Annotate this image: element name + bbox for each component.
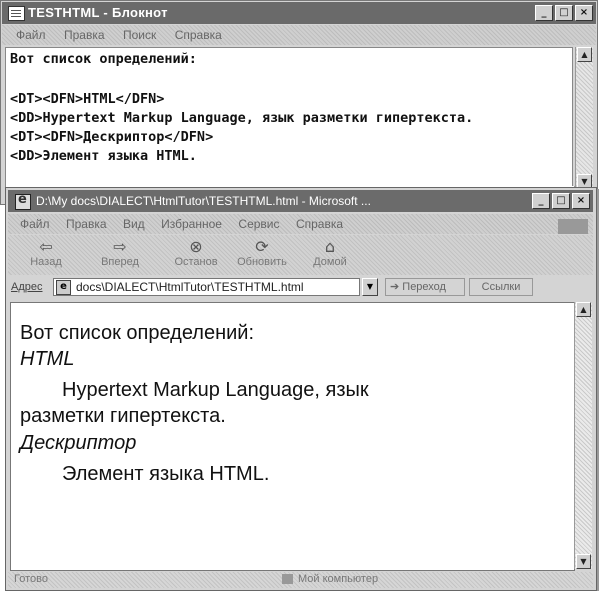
status-bar: Готово Мой компьютер — [8, 572, 593, 588]
notepad-vertical-scrollbar[interactable]: ▲ ▼ — [575, 47, 593, 189]
scroll-up-icon[interactable]: ▲ — [577, 47, 592, 62]
back-label: Назад — [30, 256, 62, 268]
address-dropdown-icon[interactable]: ▼ — [362, 278, 378, 296]
stop-button[interactable]: ⊗ Останов — [164, 237, 228, 268]
forward-label: Вперед — [101, 256, 139, 268]
browser-app-icon — [15, 192, 31, 210]
definition-term: HTML — [20, 348, 75, 370]
security-zone: Мой компьютер — [298, 573, 379, 585]
intro-text: Вот список определений: — [20, 322, 255, 344]
browser-window: D:\My docs\DIALECT\HtmlTutor\TESTHTML.ht… — [5, 187, 597, 591]
address-value: docs\DIALECT\HtmlTutor\TESTHTML.html — [76, 280, 304, 294]
address-input[interactable]: e docs\DIALECT\HtmlTutor\TESTHTML.html — [53, 278, 360, 296]
refresh-button[interactable]: ⟳ Обновить — [230, 237, 294, 268]
scroll-up-icon[interactable]: ▲ — [576, 302, 591, 317]
close-button[interactable]: × — [575, 5, 593, 21]
browser-menu-bar: Файл Правка Вид Избранное Сервис Справка — [8, 214, 593, 234]
notepad-window: TESTHTML - Блокнот _ □ × Файл Правка Пои… — [0, 0, 598, 205]
minimize-button[interactable]: _ — [532, 193, 550, 209]
scroll-down-icon[interactable]: ▼ — [576, 554, 591, 569]
close-button[interactable]: × — [572, 193, 590, 209]
notepad-title: TESTHTML - Блокнот — [28, 5, 168, 20]
page-content: Вот список определений: HTML Hypertext M… — [10, 302, 575, 571]
definition-description: Hypertext Markup Language, язык — [62, 379, 369, 401]
address-label: Адрес — [11, 281, 43, 293]
page-icon: e — [56, 280, 71, 295]
address-bar: Адрес e docs\DIALECT\HtmlTutor\TESTHTML.… — [8, 276, 593, 300]
minimize-button[interactable]: _ — [535, 5, 553, 21]
notepad-app-icon — [8, 6, 25, 21]
windows-logo-icon — [558, 219, 588, 234]
browser-vertical-scrollbar[interactable]: ▲ ▼ — [574, 302, 592, 569]
notepad-menu-bar: Файл Правка Поиск Справка — [2, 25, 596, 45]
menu-edit[interactable]: Правка — [64, 28, 105, 42]
forward-arrow-icon: ⇨ — [113, 237, 127, 256]
status-text: Готово — [14, 573, 48, 585]
text-line: Вот список определений: — [10, 51, 197, 67]
home-label: Домой — [313, 256, 347, 268]
menu-file[interactable]: Файл — [16, 28, 46, 42]
back-arrow-icon: ⇦ — [39, 237, 53, 256]
menu-help[interactable]: Справка — [175, 28, 222, 42]
definition-description: Элемент языка HTML. — [62, 463, 270, 485]
menu-tools[interactable]: Сервис — [238, 217, 279, 231]
notepad-title-bar[interactable]: TESTHTML - Блокнот _ □ × — [2, 2, 596, 24]
go-button[interactable]: ➔ Переход — [385, 278, 465, 296]
forward-button[interactable]: ⇨ Вперед — [88, 237, 152, 268]
text-line: <DD>Элемент языка HTML. — [10, 148, 197, 164]
links-button[interactable]: Ссылки — [469, 278, 533, 296]
maximize-button[interactable]: □ — [555, 5, 573, 21]
refresh-label: Обновить — [237, 256, 287, 268]
maximize-button[interactable]: □ — [552, 193, 570, 209]
browser-title: D:\My docs\DIALECT\HtmlTutor\TESTHTML.ht… — [36, 194, 371, 208]
go-label: Переход — [402, 281, 446, 293]
refresh-icon: ⟳ — [255, 237, 269, 256]
menu-favorites[interactable]: Избранное — [161, 217, 222, 231]
home-icon: ⌂ — [324, 237, 336, 256]
browser-toolbar: ⇦ Назад ⇨ Вперед ⊗ Останов ⟳ Обновить ⌂ … — [8, 235, 593, 275]
computer-icon — [282, 574, 293, 584]
menu-view[interactable]: Вид — [123, 217, 145, 231]
definition-description-cont: разметки гипертекста. — [20, 405, 226, 427]
home-button[interactable]: ⌂ Домой — [298, 237, 362, 268]
text-line: <DT><DFN>HTML</DFN> — [10, 91, 165, 107]
back-button[interactable]: ⇦ Назад — [14, 237, 78, 268]
notepad-text-area[interactable]: Вот список определений: <DT><DFN>HTML</D… — [5, 47, 573, 191]
browser-title-bar[interactable]: D:\My docs\DIALECT\HtmlTutor\TESTHTML.ht… — [8, 190, 593, 212]
stop-icon: ⊗ — [189, 237, 203, 256]
menu-search[interactable]: Поиск — [123, 28, 156, 42]
definition-term: Дескриптор — [20, 432, 137, 454]
menu-edit[interactable]: Правка — [66, 217, 107, 231]
menu-help[interactable]: Справка — [296, 217, 343, 231]
text-line: <DD>Hypertext Markup Language, язык разм… — [10, 110, 474, 126]
menu-file[interactable]: Файл — [20, 217, 50, 231]
stop-label: Останов — [174, 256, 218, 268]
text-line: <DT><DFN>Дескриптор</DFN> — [10, 129, 214, 145]
